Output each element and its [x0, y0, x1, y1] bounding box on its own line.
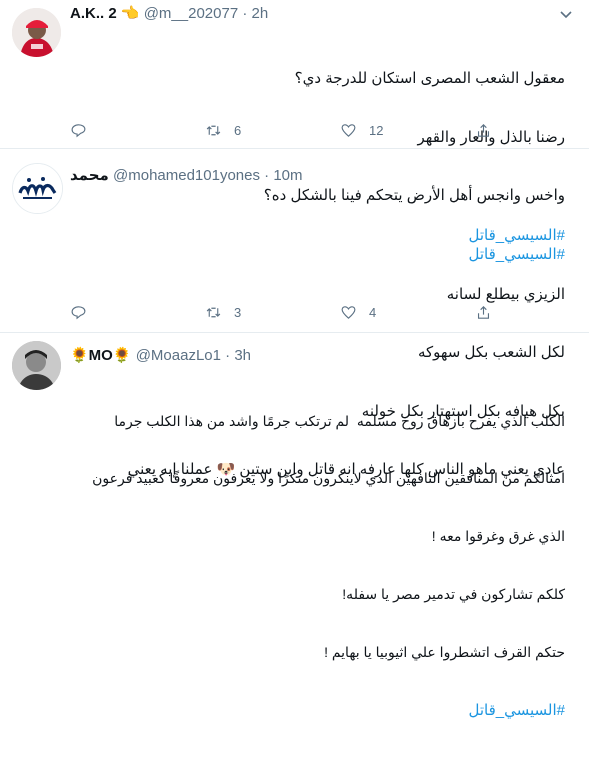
tweet-header: محمد @mohamed101yones · 10m	[70, 167, 303, 185]
tweet-3[interactable]: 🌻MO🌻 @MoaazLo1 · 3h الكلب الذي يفرح بازه…	[0, 333, 589, 719]
display-name[interactable]: A.K.. 2 👈	[70, 5, 140, 22]
text-line: كلكم تشاركون في تدمير مصر يا سفله!	[342, 586, 565, 603]
avatar[interactable]	[12, 8, 61, 57]
display-name[interactable]: 🌻MO🌻	[70, 347, 132, 364]
tweet-actions: 6 12	[70, 120, 520, 140]
tweet-header: 🌻MO🌻 @MoaazLo1 · 3h	[70, 347, 251, 365]
share-icon	[477, 305, 490, 319]
share-icon	[477, 123, 490, 137]
user-handle[interactable]: @m__202077	[144, 5, 238, 22]
separator-dot: ·	[225, 347, 231, 364]
retweet-icon	[206, 125, 221, 135]
reply-button[interactable]	[70, 120, 99, 140]
share-button[interactable]	[475, 302, 492, 322]
separator-dot: ·	[242, 5, 248, 22]
share-button[interactable]	[475, 120, 492, 140]
tweet-2[interactable]: محمد @mohamed101yones · 10m #السيسي_قاتل…	[0, 149, 589, 478]
tweet-actions: 3 4	[70, 302, 520, 322]
text-line: حتكم القرف اتشطروا علي اثيوبيا يا بهايم …	[324, 644, 565, 661]
tweet-1[interactable]: A.K.. 2 👈 @m__202077 · 2h معقول الشعب ال…	[0, 0, 589, 263]
text-line: الكلب الذي يفرح بازهاق روح مسلمه لم ترتك…	[114, 412, 565, 429]
like-count: 12	[369, 122, 384, 138]
tweet-text: الكلب الذي يفرح بازهاق روح مسلمه لم ترتك…	[92, 373, 565, 759]
display-name[interactable]: محمد	[70, 167, 109, 184]
timestamp[interactable]: 2h	[252, 5, 269, 22]
timestamp[interactable]: 3h	[234, 347, 251, 364]
separator-dot: ·	[264, 167, 270, 184]
like-count: 4	[369, 304, 377, 320]
reply-icon	[71, 123, 86, 137]
reply-icon	[71, 305, 86, 319]
avatar[interactable]	[12, 163, 63, 214]
timestamp[interactable]: 10m	[273, 167, 302, 184]
hashtag-link[interactable]: #السيسي_قاتل	[92, 701, 566, 720]
retweet-count: 3	[234, 304, 242, 320]
like-button[interactable]: 4	[340, 302, 376, 322]
heart-icon	[341, 123, 356, 137]
retweet-count: 6	[234, 122, 242, 138]
retweet-icon	[206, 307, 221, 317]
text-line: امثالكم من المنافقين التافهين الذي لاينك…	[92, 470, 565, 487]
user-handle[interactable]: @mohamed101yones	[113, 167, 260, 184]
tweet-header: A.K.. 2 👈 @m__202077 · 2h	[70, 5, 268, 23]
text-line: معقول الشعب المصرى استكان للدرجة دي؟	[294, 70, 565, 87]
user-handle[interactable]: @MoaazLo1	[136, 347, 221, 364]
avatar[interactable]	[12, 341, 61, 390]
more-options-icon[interactable]	[557, 5, 575, 26]
retweet-button[interactable]: 6	[205, 120, 241, 140]
heart-icon	[341, 305, 356, 319]
hashtag-link[interactable]: #السيسي_قاتل	[128, 226, 566, 246]
reply-button[interactable]	[70, 302, 99, 322]
text-line: الذي غرق وغرقوا معه !	[431, 528, 565, 545]
retweet-button[interactable]: 3	[205, 302, 241, 322]
like-button[interactable]: 12	[340, 120, 383, 140]
